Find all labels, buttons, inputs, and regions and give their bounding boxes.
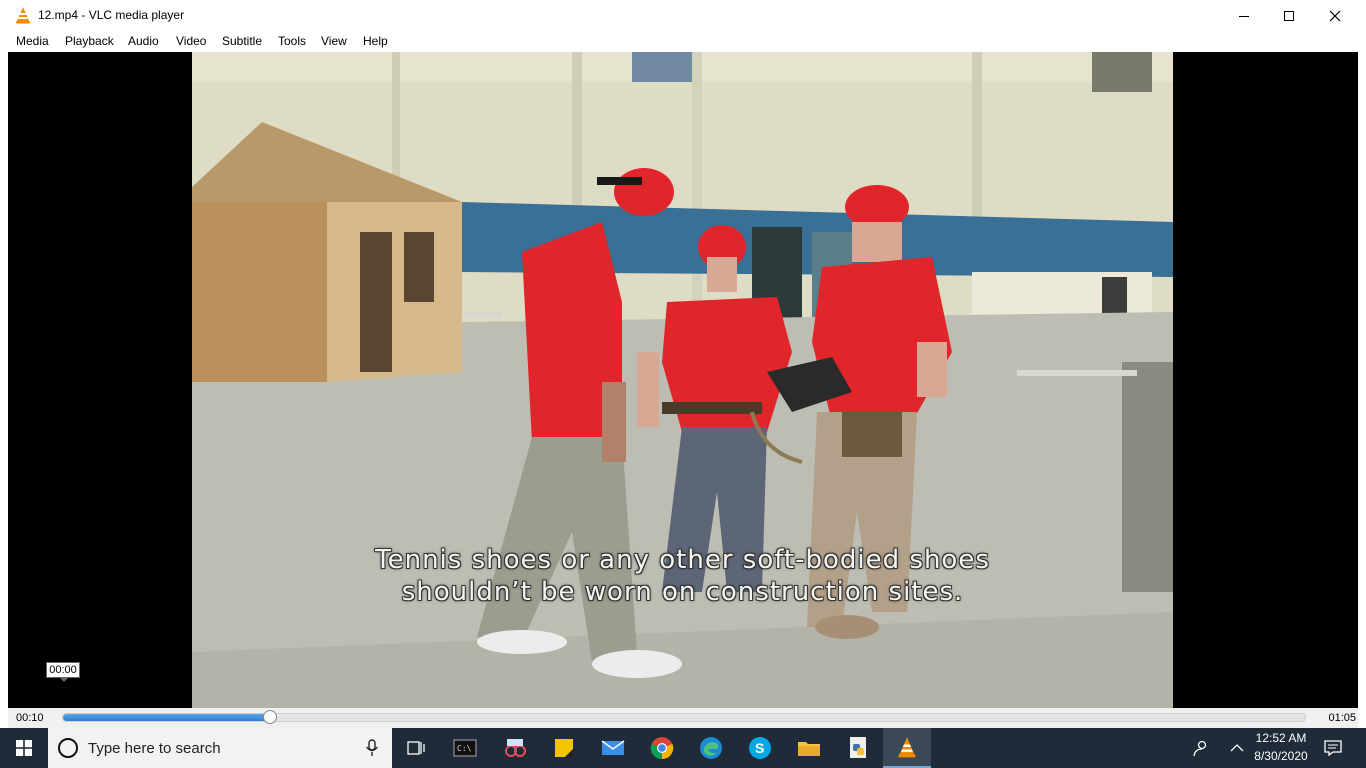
start-button[interactable] bbox=[0, 728, 48, 768]
command-prompt-icon: C:\ bbox=[453, 739, 477, 757]
skype-icon: S bbox=[749, 737, 771, 759]
vlc-cone-icon bbox=[16, 7, 30, 24]
windows-logo-icon bbox=[16, 740, 32, 756]
taskbar-mail[interactable] bbox=[589, 728, 637, 768]
svg-text:C:\: C:\ bbox=[457, 744, 472, 753]
seek-handle[interactable] bbox=[263, 710, 278, 724]
seek-time-tooltip: 00:00 bbox=[46, 662, 80, 682]
close-button[interactable] bbox=[1312, 0, 1358, 31]
svg-text:S: S bbox=[755, 740, 764, 756]
tray-overflow[interactable] bbox=[1222, 728, 1252, 768]
menu-tools[interactable]: Tools bbox=[278, 34, 306, 48]
menu-audio[interactable]: Audio bbox=[128, 34, 159, 48]
subtitle-overlay: Tennis shoes or any other soft-bodied sh… bbox=[192, 544, 1173, 608]
task-view-button[interactable] bbox=[392, 728, 440, 768]
seek-bar: 00:10 01:05 bbox=[8, 708, 1358, 728]
windows-taskbar: Type here to search C:\ S 12:52 AM 8/30/… bbox=[0, 728, 1366, 768]
menu-subtitle[interactable]: Subtitle bbox=[222, 34, 262, 48]
video-canvas[interactable]: Tennis shoes or any other soft-bodied sh… bbox=[8, 52, 1358, 708]
python-file-icon bbox=[850, 737, 866, 758]
tray-people[interactable] bbox=[1178, 728, 1222, 768]
subtitle-line-1: Tennis shoes or any other soft-bodied sh… bbox=[375, 545, 990, 575]
chrome-icon bbox=[650, 737, 674, 760]
close-icon bbox=[1329, 10, 1341, 21]
maximize-icon bbox=[1284, 10, 1294, 21]
people-icon bbox=[1193, 740, 1207, 757]
menu-view[interactable]: View bbox=[321, 34, 347, 48]
minimize-button[interactable] bbox=[1221, 0, 1267, 31]
taskbar-snip[interactable] bbox=[491, 728, 539, 768]
clock-time[interactable]: 12:52 AM bbox=[1252, 731, 1310, 745]
taskbar-sticky-notes[interactable] bbox=[540, 728, 588, 768]
taskbar-python[interactable] bbox=[834, 728, 882, 768]
mail-icon bbox=[601, 740, 625, 755]
menu-video[interactable]: Video bbox=[176, 34, 206, 48]
search-placeholder: Type here to search bbox=[88, 740, 221, 757]
chevron-up-icon bbox=[1230, 744, 1244, 752]
edge-icon bbox=[700, 737, 722, 759]
subtitle-line-2: shouldn’t be worn on construction sites. bbox=[401, 577, 964, 607]
taskbar-vlc[interactable] bbox=[883, 728, 931, 768]
taskbar-cmd[interactable]: C:\ bbox=[441, 728, 489, 768]
microphone-icon[interactable] bbox=[364, 739, 380, 757]
total-time[interactable]: 01:05 bbox=[1328, 712, 1356, 724]
menu-bar: Media Playback Audio Video Subtitle Tool… bbox=[0, 31, 1366, 52]
vlc-window: 12.mp4 - VLC media player Media Playback… bbox=[0, 0, 1366, 728]
minimize-icon bbox=[1239, 15, 1249, 17]
task-view-icon bbox=[407, 741, 425, 755]
taskbar-edge[interactable] bbox=[687, 728, 735, 768]
video-frame: Tennis shoes or any other soft-bodied sh… bbox=[192, 52, 1173, 708]
taskbar-skype[interactable]: S bbox=[736, 728, 784, 768]
sticky-notes-icon bbox=[555, 739, 573, 757]
title-bar[interactable]: 12.mp4 - VLC media player bbox=[0, 0, 1366, 31]
taskbar-chrome[interactable] bbox=[638, 728, 686, 768]
menu-playback[interactable]: Playback bbox=[65, 34, 114, 48]
action-center-button[interactable] bbox=[1312, 728, 1354, 768]
vlc-cone-icon bbox=[898, 737, 916, 758]
taskbar-file-explorer[interactable] bbox=[785, 728, 833, 768]
clock-date[interactable]: 8/30/2020 bbox=[1252, 749, 1310, 763]
menu-help[interactable]: Help bbox=[363, 34, 388, 48]
seek-progress-fill bbox=[63, 714, 271, 721]
snipping-tool-icon bbox=[505, 739, 526, 757]
menu-media[interactable]: Media bbox=[16, 34, 49, 48]
video-scene bbox=[192, 52, 1173, 708]
notification-icon bbox=[1324, 740, 1342, 756]
maximize-button[interactable] bbox=[1266, 0, 1312, 31]
folder-icon bbox=[798, 742, 820, 756]
seek-slider[interactable] bbox=[62, 710, 1306, 724]
cortana-icon bbox=[58, 738, 78, 758]
elapsed-time[interactable]: 00:10 bbox=[16, 712, 44, 724]
taskbar-search-box[interactable]: Type here to search bbox=[48, 728, 392, 768]
window-title: 12.mp4 - VLC media player bbox=[38, 8, 185, 22]
